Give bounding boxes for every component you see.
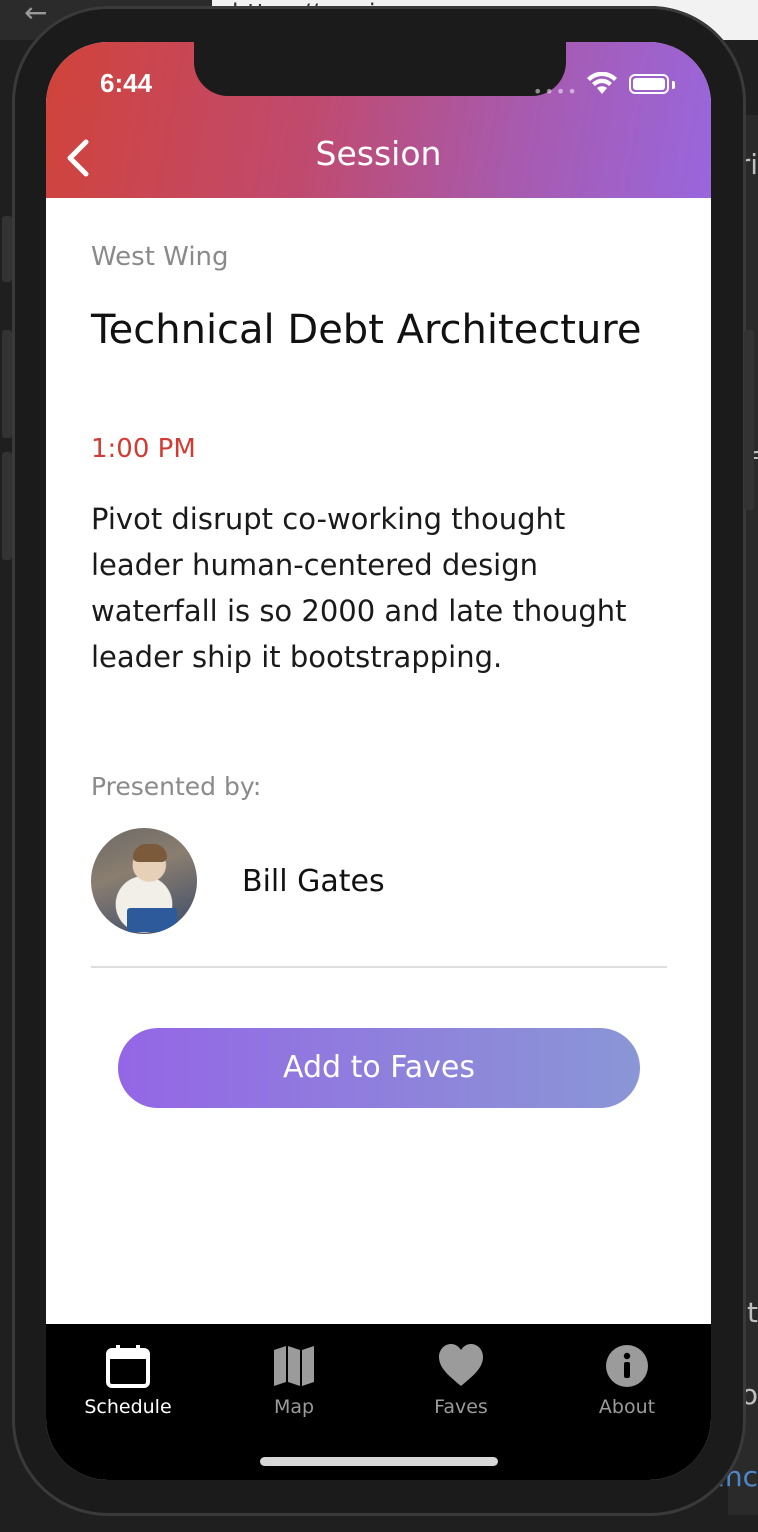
speaker-item[interactable]: Bill Gates — [91, 828, 671, 936]
speaker-avatar — [91, 828, 197, 934]
tab-map[interactable]: Map — [214, 1344, 374, 1444]
battery-tip — [672, 81, 675, 89]
home-indicator — [260, 1457, 498, 1466]
session-description: Pivot disrupt co-working thought leader … — [91, 502, 627, 674]
avatar-hair — [133, 844, 167, 862]
avatar-monitor — [127, 908, 177, 932]
power-button — [744, 330, 754, 510]
tab-bar: Schedule Map Faves About — [46, 1324, 711, 1480]
battery-icon — [629, 74, 669, 94]
tab-about[interactable]: About — [547, 1344, 707, 1444]
calendar-icon — [106, 1345, 150, 1388]
session-time: 1:00 PM — [91, 434, 196, 464]
add-to-faves-button[interactable]: Add to Faves — [118, 1028, 640, 1108]
heart-icon — [439, 1344, 483, 1386]
cellular-signal-icon: •••• — [533, 82, 579, 101]
info-icon — [606, 1345, 648, 1387]
session-location: West Wing — [91, 242, 229, 272]
tab-label: Map — [273, 1396, 315, 1418]
notch — [194, 42, 566, 96]
session-title: Technical Debt Architecture — [91, 307, 642, 353]
divider — [91, 966, 667, 968]
tab-label: Schedule — [84, 1396, 172, 1418]
nav-header: 6:44 •••• Session — [46, 42, 711, 198]
page-title: Session — [315, 134, 442, 173]
app-screen: 6:44 •••• Session West Wing Technical De… — [46, 42, 711, 1480]
mute-switch — [2, 216, 12, 282]
volume-down-button — [2, 452, 12, 560]
speaker-name: Bill Gates — [242, 864, 385, 899]
wifi-icon — [587, 72, 617, 94]
presented-by-label: Presented by: — [91, 772, 262, 801]
status-icons: •••• — [533, 70, 683, 101]
tab-schedule[interactable]: Schedule — [48, 1344, 208, 1444]
status-time: 6:44 — [100, 68, 153, 98]
side-text: t — [747, 1296, 758, 1329]
tab-label: Faves — [434, 1396, 488, 1418]
tab-label: About — [598, 1396, 656, 1418]
volume-up-button — [2, 330, 12, 438]
map-icon — [274, 1346, 314, 1386]
tab-faves[interactable]: Faves — [381, 1344, 541, 1444]
browser-back-arrow-icon[interactable]: ← — [24, 0, 47, 29]
